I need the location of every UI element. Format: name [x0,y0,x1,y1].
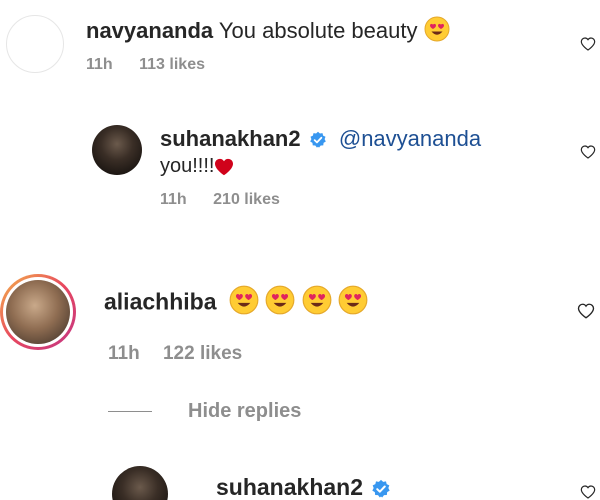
comment-username[interactable]: suhanakhan2 [160,126,301,151]
avatar[interactable] [92,125,142,175]
comment-text-line: navyananda You absolute beauty [86,16,450,48]
comment-body: you!!!! [160,155,215,177]
comment-likes[interactable]: 113 likes [139,56,205,73]
comments-screen: navyananda You absolute beauty 11h 113 l… [0,0,600,500]
comment-time: 11h [160,191,187,208]
verified-badge-icon [372,479,391,498]
comment-time: 11h [86,56,113,73]
avatar[interactable] [0,274,76,350]
avatar[interactable] [6,15,64,73]
like-heart-icon[interactable] [577,302,595,320]
comment-text-line: aliachhiba [104,285,368,322]
avatar[interactable] [112,466,168,500]
comment-mention[interactable]: @navyananda [339,126,481,151]
verified-badge-icon [309,131,326,148]
comment-meta: 11h 122 likes [108,343,264,365]
comment-likes[interactable]: 122 likes [163,343,242,364]
heart-eyes-emoji-icon [229,285,259,322]
comment-body: You absolute beauty [218,18,418,44]
comment-time: 11h [108,343,140,364]
heart-eyes-emoji-icon [302,285,332,322]
comment-username[interactable]: suhanakhan2 [216,474,363,500]
comment-likes[interactable]: 210 likes [213,191,280,208]
comment-username[interactable]: navyananda [86,18,213,43]
hide-replies-button[interactable]: Hide replies [108,400,301,423]
comment-text-line: you!!!! [160,154,234,178]
comment-meta: 11h 210 likes [160,191,302,209]
hide-replies-label: Hide replies [188,400,302,422]
heart-eyes-emoji-icon [265,285,295,322]
red-heart-emoji-icon [215,158,234,175]
heart-eyes-emoji-icon [338,285,368,322]
heart-eyes-emoji-icon [424,16,450,48]
like-heart-icon[interactable] [580,144,596,160]
comment-meta: 11h 113 likes [86,56,227,74]
divider [108,411,152,412]
comment-username[interactable]: aliachhiba [104,288,216,314]
comment-text-line: suhanakhan2 @navyananda [160,126,481,152]
comment-text-line: suhanakhan2 [216,474,397,500]
like-heart-icon[interactable] [580,484,596,500]
like-heart-icon[interactable] [580,36,596,52]
